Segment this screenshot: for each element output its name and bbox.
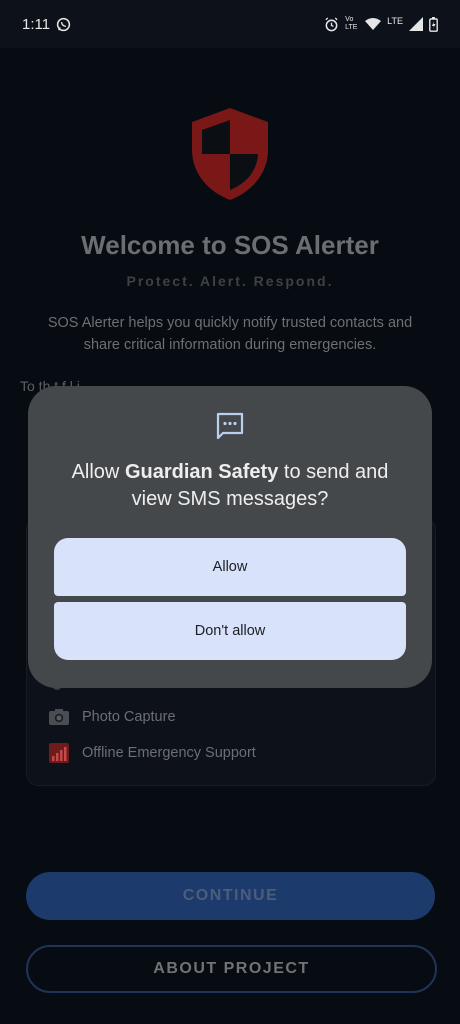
status-right: Vo LTE LTE (324, 16, 438, 32)
signal-bars-icon (49, 743, 69, 763)
status-left: 1:11 (22, 16, 71, 33)
feature-label: Photo Capture (82, 709, 176, 725)
feature-item-offline-support: Offline Emergency Support (48, 742, 256, 764)
status-bar: 1:11 Vo LTE LTE (0, 0, 460, 48)
app-description: SOS Alerter helps you quickly notify tru… (47, 315, 413, 353)
volte-label: Vo LTE (345, 16, 358, 31)
status-time: 1:11 (22, 15, 51, 33)
feature-label: Offline Emergency Support (82, 745, 256, 761)
feature-item-photo-capture: Photo Capture (48, 708, 176, 726)
about-project-button[interactable]: ABOUT PROJECT (26, 945, 437, 993)
whatsapp-icon (56, 17, 71, 31)
dialog-title-prefix: Allow (71, 461, 125, 483)
dialog-title: Allow Guardian Safety to send and view S… (52, 459, 408, 513)
welcome-title: Welcome to SOS Alerter (81, 230, 379, 260)
app-name: Guardian Safety (124, 461, 279, 483)
alarm-icon (325, 16, 338, 31)
allow-button[interactable]: Allow (54, 538, 406, 596)
tagline: Protect. Alert. Respond. (126, 273, 334, 289)
camera-icon (49, 709, 69, 725)
dont-allow-button[interactable]: Don't allow (54, 602, 406, 660)
sms-permission-dialog: Allow Guardian Safety to send and view S… (28, 386, 432, 688)
continue-button[interactable]: CONTINUE (26, 872, 435, 920)
wifi-icon (365, 18, 382, 30)
sms-icon (216, 412, 244, 440)
cell-signal-icon (409, 17, 423, 31)
network-type-label: LTE (387, 16, 403, 26)
shield-logo-icon (192, 108, 268, 200)
battery-icon (429, 16, 438, 32)
